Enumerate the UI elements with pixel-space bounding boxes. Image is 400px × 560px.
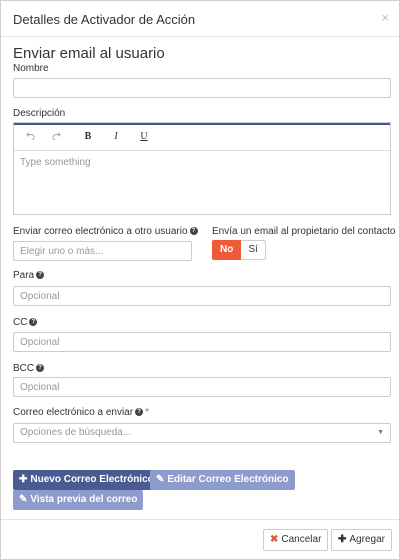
other-user-label: Enviar correo electrónico a otro usuario… <box>13 226 198 237</box>
plus-icon: ✚ <box>338 534 347 545</box>
bcc-input[interactable] <box>13 377 391 397</box>
email-template-label-text: Correo electrónico a enviar <box>13 407 134 418</box>
description-label: Descripción <box>13 108 66 119</box>
footer-divider <box>1 519 399 520</box>
description-editor[interactable]: B I U Type something <box>13 122 391 215</box>
name-label: Nombre <box>13 63 49 74</box>
cc-label-text: CC <box>13 317 28 328</box>
plus-icon: ✚ <box>19 474 28 485</box>
edit-email-button[interactable]: ✎ Editar Correo Electrónico <box>150 470 295 490</box>
section-title: Enviar email al usuario <box>13 45 165 62</box>
name-input[interactable] <box>13 78 391 98</box>
close-icon[interactable]: × <box>381 10 389 25</box>
undo-icon[interactable] <box>22 131 38 145</box>
edit-email-label: Editar Correo Electrónico <box>167 474 289 485</box>
required-marker: * <box>145 407 149 418</box>
other-user-label-text: Enviar correo electrónico a otro usuario <box>13 226 188 237</box>
edit-icon: ✎ <box>156 474 165 485</box>
to-label: Para? <box>13 270 45 281</box>
toggle-si[interactable]: Sí <box>241 240 266 260</box>
email-template-select[interactable]: Opciones de búsqueda... ▼ <box>13 423 391 443</box>
bold-button[interactable]: B <box>80 131 96 145</box>
editor-toolbar: B I U <box>14 123 390 151</box>
other-user-input[interactable] <box>13 241 192 261</box>
info-icon: ? <box>36 271 45 280</box>
to-input[interactable] <box>13 286 391 306</box>
new-email-label: Nuevo Correo Electrónico <box>30 474 154 485</box>
cc-input[interactable] <box>13 332 391 352</box>
italic-button[interactable]: I <box>108 131 124 145</box>
cancel-button[interactable]: ✖ Cancelar <box>263 529 329 551</box>
email-template-label: Correo electrónico a enviar? * <box>13 407 149 418</box>
info-icon: ? <box>29 318 38 327</box>
info-icon: ? <box>189 227 198 236</box>
action-trigger-modal: Detalles de Activador de Acción × Enviar… <box>0 0 400 560</box>
redo-icon[interactable] <box>48 131 64 145</box>
cancel-label: Cancelar <box>281 534 322 545</box>
add-button[interactable]: ✚ Agregar <box>331 529 392 551</box>
toggle-no[interactable]: No <box>212 240 242 260</box>
preview-email-button[interactable]: ✎ Vista previa del correo <box>13 490 144 510</box>
to-label-text: Para <box>13 270 35 281</box>
preview-email-label: Vista previa del correo <box>30 494 138 505</box>
underline-button[interactable]: U <box>136 131 152 145</box>
modal-title: Detalles de Activador de Acción <box>13 12 196 27</box>
info-icon: ? <box>36 364 45 373</box>
owner-label: Envía un email al propietario del contac… <box>212 226 396 237</box>
cc-label: CC? <box>13 317 38 328</box>
bcc-label: BCC? <box>13 363 45 374</box>
editor-placeholder: Type something <box>20 157 91 168</box>
info-icon: ? <box>135 408 144 417</box>
add-label: Agregar <box>349 534 385 545</box>
bcc-label-text: BCC <box>13 363 35 374</box>
modal-header: Detalles de Activador de Acción × <box>1 1 399 37</box>
edit-icon: ✎ <box>19 494 28 505</box>
chevron-down-icon: ▼ <box>377 429 384 436</box>
owner-toggle[interactable]: No Sí <box>212 240 266 260</box>
email-template-placeholder: Opciones de búsqueda... <box>20 427 132 438</box>
new-email-button[interactable]: ✚ Nuevo Correo Electrónico <box>13 470 160 490</box>
close-icon: ✖ <box>270 534 279 545</box>
